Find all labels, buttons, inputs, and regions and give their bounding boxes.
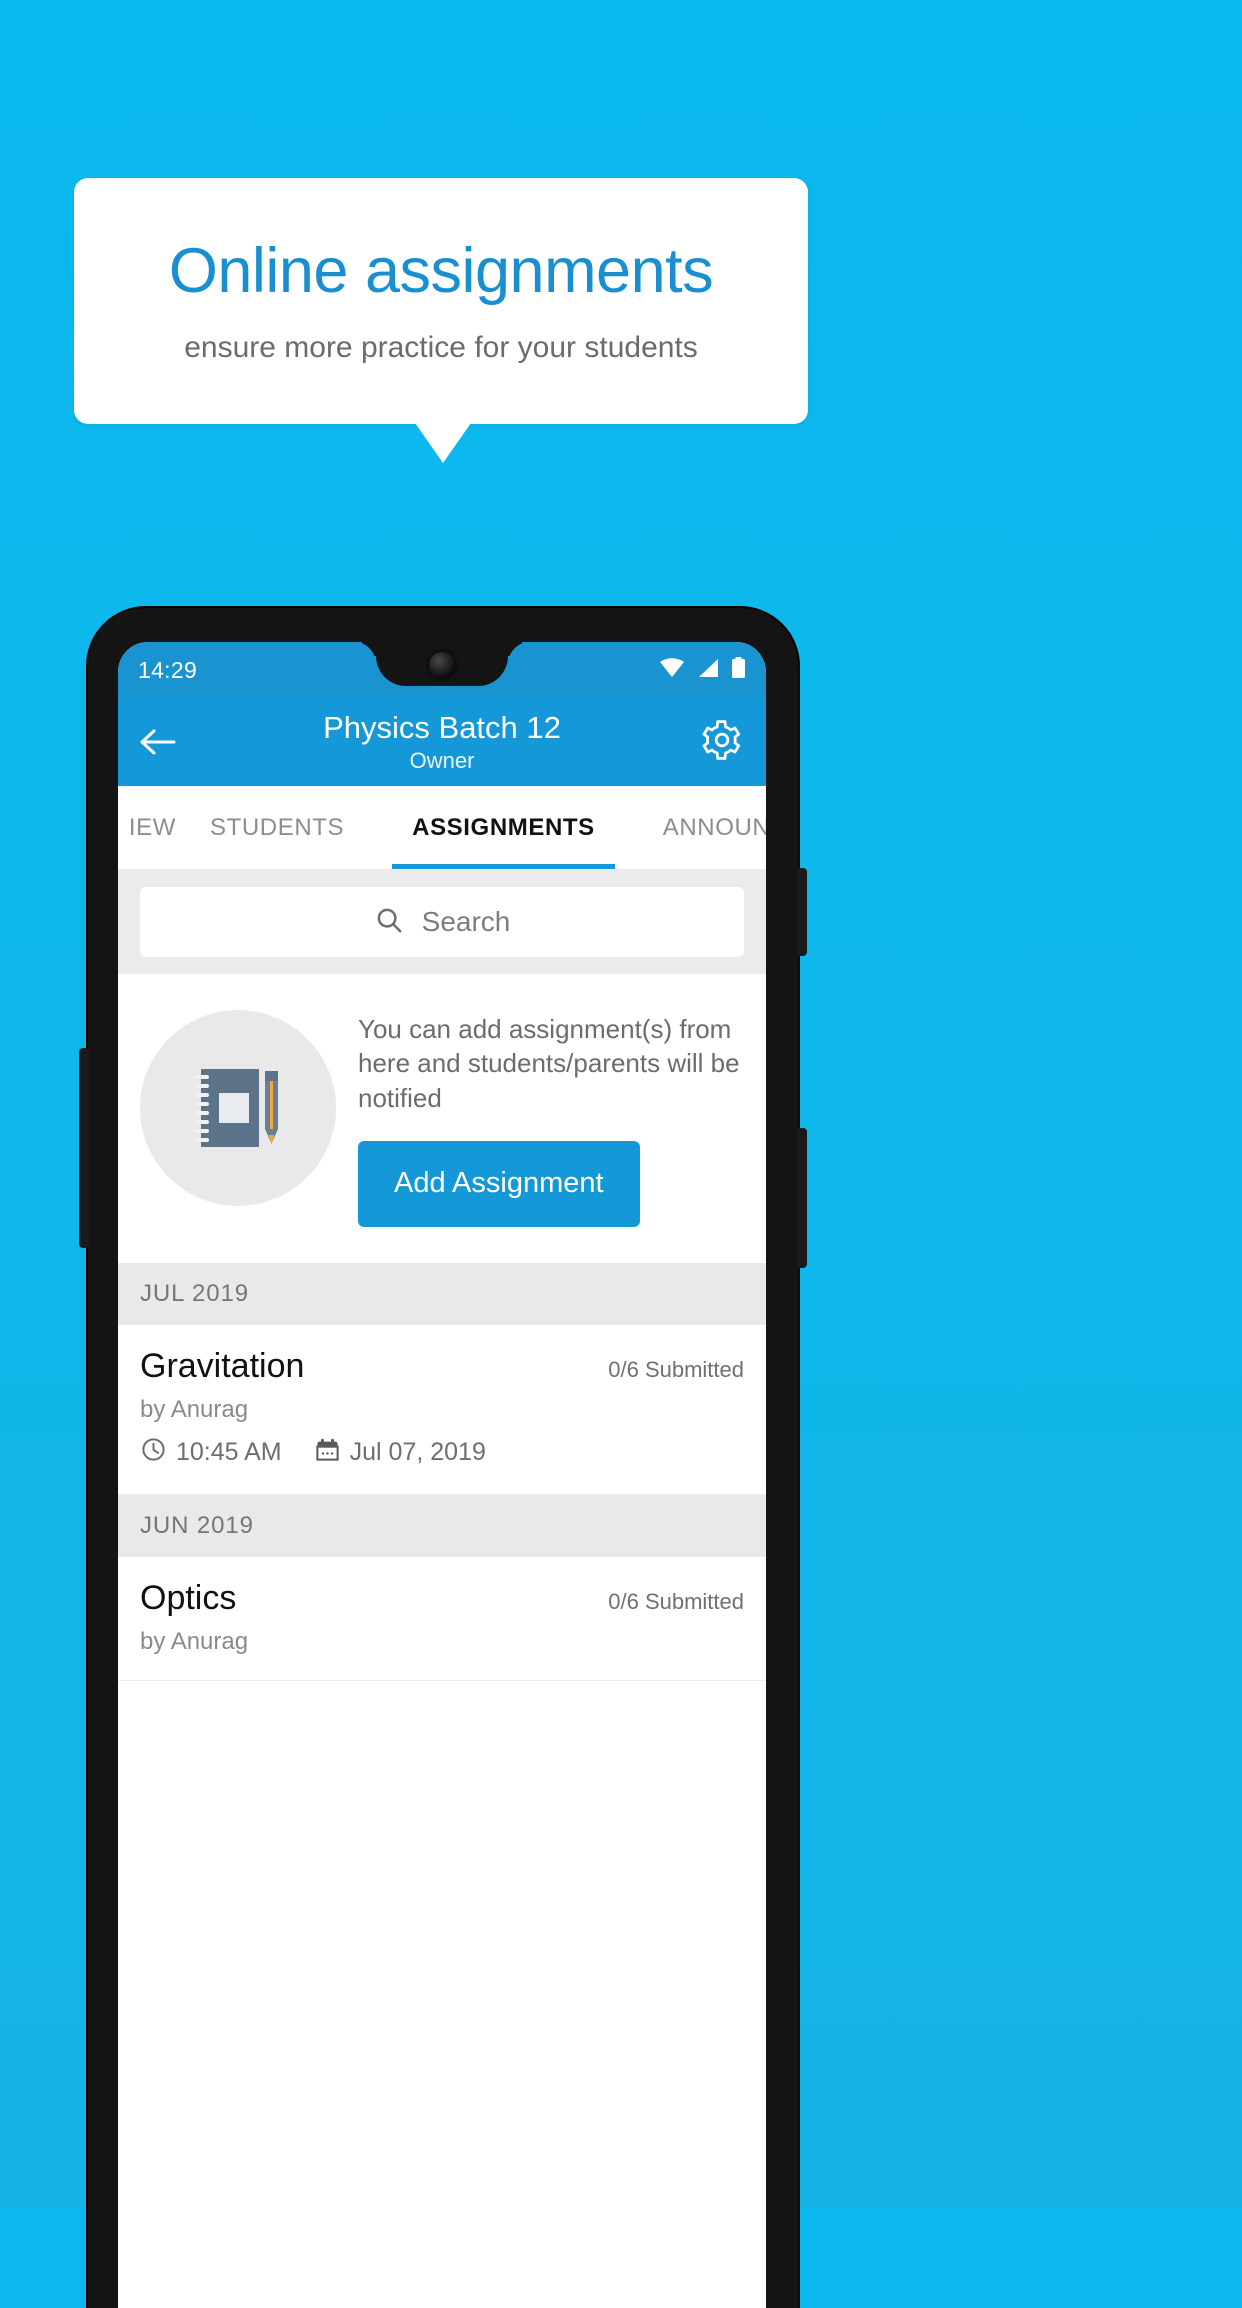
tab-assignments[interactable]: ASSIGNMENTS xyxy=(378,786,629,869)
settings-button[interactable] xyxy=(700,718,744,767)
empty-state-message: You can add assignment(s) from here and … xyxy=(358,1014,740,1113)
promo-callout-card: Online assignments ensure more practice … xyxy=(74,178,808,424)
assignment-date: Jul 07, 2019 xyxy=(349,1438,486,1467)
clock-icon xyxy=(140,1436,167,1470)
assignment-author: by Anurag xyxy=(140,1627,249,1655)
back-button[interactable] xyxy=(140,727,178,757)
tab-students[interactable]: STUDENTS xyxy=(176,786,378,869)
front-camera-icon xyxy=(429,652,455,678)
assignment-title: Optics xyxy=(140,1578,237,1617)
search-placeholder: Search xyxy=(421,906,511,937)
phone-power-button xyxy=(797,868,807,956)
tab-overview[interactable]: IEW xyxy=(118,786,176,869)
app-bar-titles: Physics Batch 12 Owner xyxy=(118,698,766,786)
assignment-title: Gravitation xyxy=(140,1346,305,1385)
search-container: Search xyxy=(118,870,766,974)
page-title: Physics Batch 12 xyxy=(323,709,561,745)
table-row[interactable]: Optics 0/6 Submitted by Anurag xyxy=(118,1556,766,1681)
assignment-author: by Anurag xyxy=(140,1395,249,1423)
callout-tail-pointer xyxy=(415,423,471,463)
calendar-icon xyxy=(314,1436,341,1470)
phone-mockup: 14:29 Physics Batch 12 Owner IEW STUDENT… xyxy=(79,608,807,2308)
search-input[interactable]: Search xyxy=(140,887,744,957)
phone-notch xyxy=(376,642,508,686)
month-header-jun: JUN 2019 xyxy=(118,1494,766,1557)
add-assignment-button[interactable]: Add Assignment xyxy=(358,1140,640,1227)
assignment-row-top: Optics 0/6 Submitted xyxy=(140,1579,744,1618)
tab-bar: IEW STUDENTS ASSIGNMENTS ANNOUNCEMENTS xyxy=(118,786,766,870)
assignment-submitted-count: 0/6 Submitted xyxy=(608,1356,744,1382)
month-header-jul: JUL 2019 xyxy=(118,1262,766,1325)
wifi-icon xyxy=(659,657,685,683)
assignment-meta: 10:45 AM Jul 07, 2019 xyxy=(140,1436,744,1470)
notebook-and-pen-icon xyxy=(140,1010,336,1206)
empty-state-content: You can add assignment(s) from here and … xyxy=(358,1004,744,1227)
status-bar: 14:29 xyxy=(118,642,766,698)
gear-icon xyxy=(700,718,744,767)
app-bar: Physics Batch 12 Owner xyxy=(118,698,766,786)
empty-state-card: You can add assignment(s) from here and … xyxy=(118,974,766,1263)
signal-icon xyxy=(696,658,720,683)
status-bar-clock: 14:29 xyxy=(138,656,198,683)
battery-icon xyxy=(731,656,746,684)
assignment-submitted-count: 0/6 Submitted xyxy=(608,1588,744,1614)
phone-volume-button xyxy=(79,1048,89,1248)
promo-title: Online assignments xyxy=(168,235,714,306)
status-bar-icons xyxy=(659,656,746,684)
search-icon xyxy=(374,905,404,940)
page-subtitle: Owner xyxy=(409,748,475,774)
assignment-time: 10:45 AM xyxy=(176,1438,282,1467)
phone-screen: 14:29 Physics Batch 12 Owner IEW STUDENT… xyxy=(118,642,766,2308)
tab-announcements[interactable]: ANNOUNCEMENTS xyxy=(629,786,766,869)
promo-subtitle: ensure more practice for your students xyxy=(184,331,698,365)
table-row[interactable]: Gravitation 0/6 Submitted by Anurag 10:4… xyxy=(118,1324,766,1495)
phone-side-button xyxy=(797,1128,807,1268)
assignment-row-top: Gravitation 0/6 Submitted xyxy=(140,1347,744,1386)
